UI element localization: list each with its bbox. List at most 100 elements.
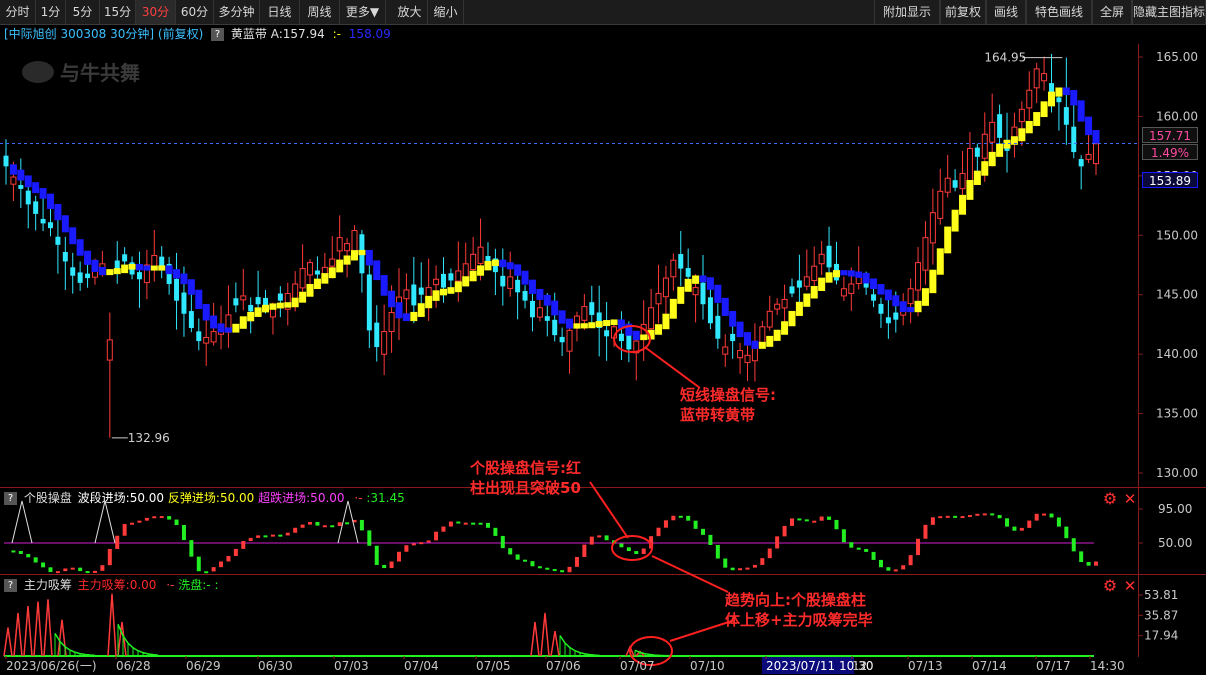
chart-canvas: 165.00160.00155.00150.00145.00140.00135.…	[0, 44, 1206, 674]
close-icon[interactable]: ✕	[1124, 490, 1137, 508]
osc-bar-up	[300, 524, 305, 528]
osc-bar-up	[767, 548, 772, 559]
osc-bar-down	[560, 570, 565, 573]
annotation-stock-signal: 个股操盘信号:红 柱出现且突破50	[470, 458, 581, 498]
osc-bar-up	[745, 567, 750, 570]
candle-body-down	[366, 274, 372, 331]
trend-band-blue	[373, 260, 381, 281]
trend-band-blue	[46, 193, 54, 209]
trend-band-blue	[847, 270, 855, 277]
osc-bar-up	[930, 517, 935, 525]
osc-bar-up	[893, 569, 898, 572]
trend-band-blue	[566, 318, 574, 329]
date-axis-label: 06/28	[116, 659, 151, 673]
trend-band-blue	[840, 270, 848, 276]
osc-bar-up	[641, 548, 646, 555]
candle-body-down	[1078, 159, 1084, 167]
osc-bar-down	[886, 567, 891, 571]
osc-bar-up	[1094, 561, 1098, 566]
trend-band-blue	[632, 330, 640, 341]
osc-bar-down	[1079, 551, 1084, 563]
trend-band-blue	[714, 284, 722, 303]
candle-body-down	[1049, 83, 1055, 93]
trend-band-yellow	[1055, 87, 1063, 97]
osc-bar-down	[827, 516, 832, 520]
candle-body-up	[907, 288, 914, 305]
osc-bar-down	[485, 522, 490, 528]
osc-bar-down	[804, 519, 809, 522]
osc-bar-down	[730, 567, 735, 571]
candle-body-down	[544, 316, 550, 321]
trend-band-yellow	[951, 209, 959, 232]
candle-body-up	[403, 289, 410, 300]
trend-band-blue	[24, 175, 32, 188]
trend-band-blue	[1070, 90, 1078, 106]
osc-bar-up	[137, 520, 142, 523]
osc-bar-down	[41, 562, 46, 568]
trend-band-blue	[9, 164, 17, 175]
date-axis-label: 07/06	[546, 659, 581, 673]
osc-bar-up	[100, 565, 105, 571]
trend-band-blue	[217, 323, 225, 333]
accumulation-spike	[43, 599, 53, 657]
low-price-label: 132.96	[128, 431, 170, 445]
panel2-header: ? 个股操盘 波段进场:50.00 反弹进场:50.00 超跌进场:50.00 …	[0, 490, 405, 506]
osc-bar-down	[953, 515, 958, 518]
bull-logo-icon	[22, 61, 54, 83]
candle-body-down	[707, 297, 713, 324]
trend-band-yellow	[921, 288, 929, 306]
date-axis-label: 07/10	[690, 659, 725, 673]
trend-band-yellow	[328, 267, 336, 279]
trend-band-blue	[1077, 100, 1085, 122]
accumulation-spike	[33, 601, 43, 657]
close-icon[interactable]: ✕	[1124, 577, 1137, 595]
trend-band-blue	[551, 300, 559, 316]
osc-bar-down	[478, 522, 483, 525]
trend-band-blue	[855, 271, 863, 278]
trend-band-blue	[195, 289, 203, 310]
annotation-trend: 趋势向上:个股操盘柱 体上移+主力吸筹完毕	[725, 590, 873, 630]
candle-body-down	[559, 336, 565, 343]
candle-body-up	[344, 243, 351, 252]
trend-band-blue	[499, 259, 507, 268]
osc-bar-up	[916, 538, 921, 556]
candle-body-down	[589, 302, 595, 315]
candle-body-down	[715, 315, 721, 339]
trend-band-blue	[224, 327, 232, 333]
help-icon[interactable]: ?	[4, 492, 17, 505]
watermark-text: 与牛共舞	[60, 61, 140, 85]
osc-bar-down	[33, 557, 38, 563]
trend-band-yellow	[1040, 101, 1048, 118]
osc-bar-up	[597, 535, 602, 538]
candle-body-down	[418, 287, 424, 295]
panel3-value-a: 主力吸筹:0.00	[77, 578, 157, 592]
osc-bar-up	[945, 515, 950, 518]
panel2-value-c: 超跌进场:50.00	[258, 491, 345, 505]
osc-bar-up	[738, 568, 743, 571]
osc-bar-down	[1071, 538, 1076, 552]
accumulation-spike	[23, 606, 33, 657]
osc-bar-up	[663, 520, 668, 528]
settings-gear-icon[interactable]: ⚙	[1103, 489, 1117, 508]
candle-body-up	[566, 329, 573, 352]
candle-body-down	[952, 180, 958, 188]
osc-bar-down	[1049, 513, 1054, 518]
candle-body-up	[299, 268, 306, 289]
candle-body-down	[55, 236, 61, 245]
osc-bar-down	[878, 559, 883, 568]
osc-bar-up	[782, 525, 787, 537]
candle-body-down	[730, 333, 736, 342]
candle-body-down	[136, 272, 142, 280]
candle-body-up	[336, 237, 343, 252]
trend-band-yellow	[1025, 120, 1033, 134]
candle-body-up	[811, 265, 818, 282]
trend-band-yellow	[914, 300, 922, 313]
osc-bar-down	[359, 519, 364, 531]
trend-band-yellow	[477, 265, 485, 276]
panel2-axis-label: 95.00	[1158, 502, 1192, 516]
osc-bar-down	[1086, 562, 1091, 566]
candle-body-up	[329, 258, 336, 267]
trend-band-yellow	[988, 151, 996, 167]
help-icon[interactable]: ?	[4, 579, 17, 592]
settings-gear-icon[interactable]: ⚙	[1103, 576, 1117, 595]
